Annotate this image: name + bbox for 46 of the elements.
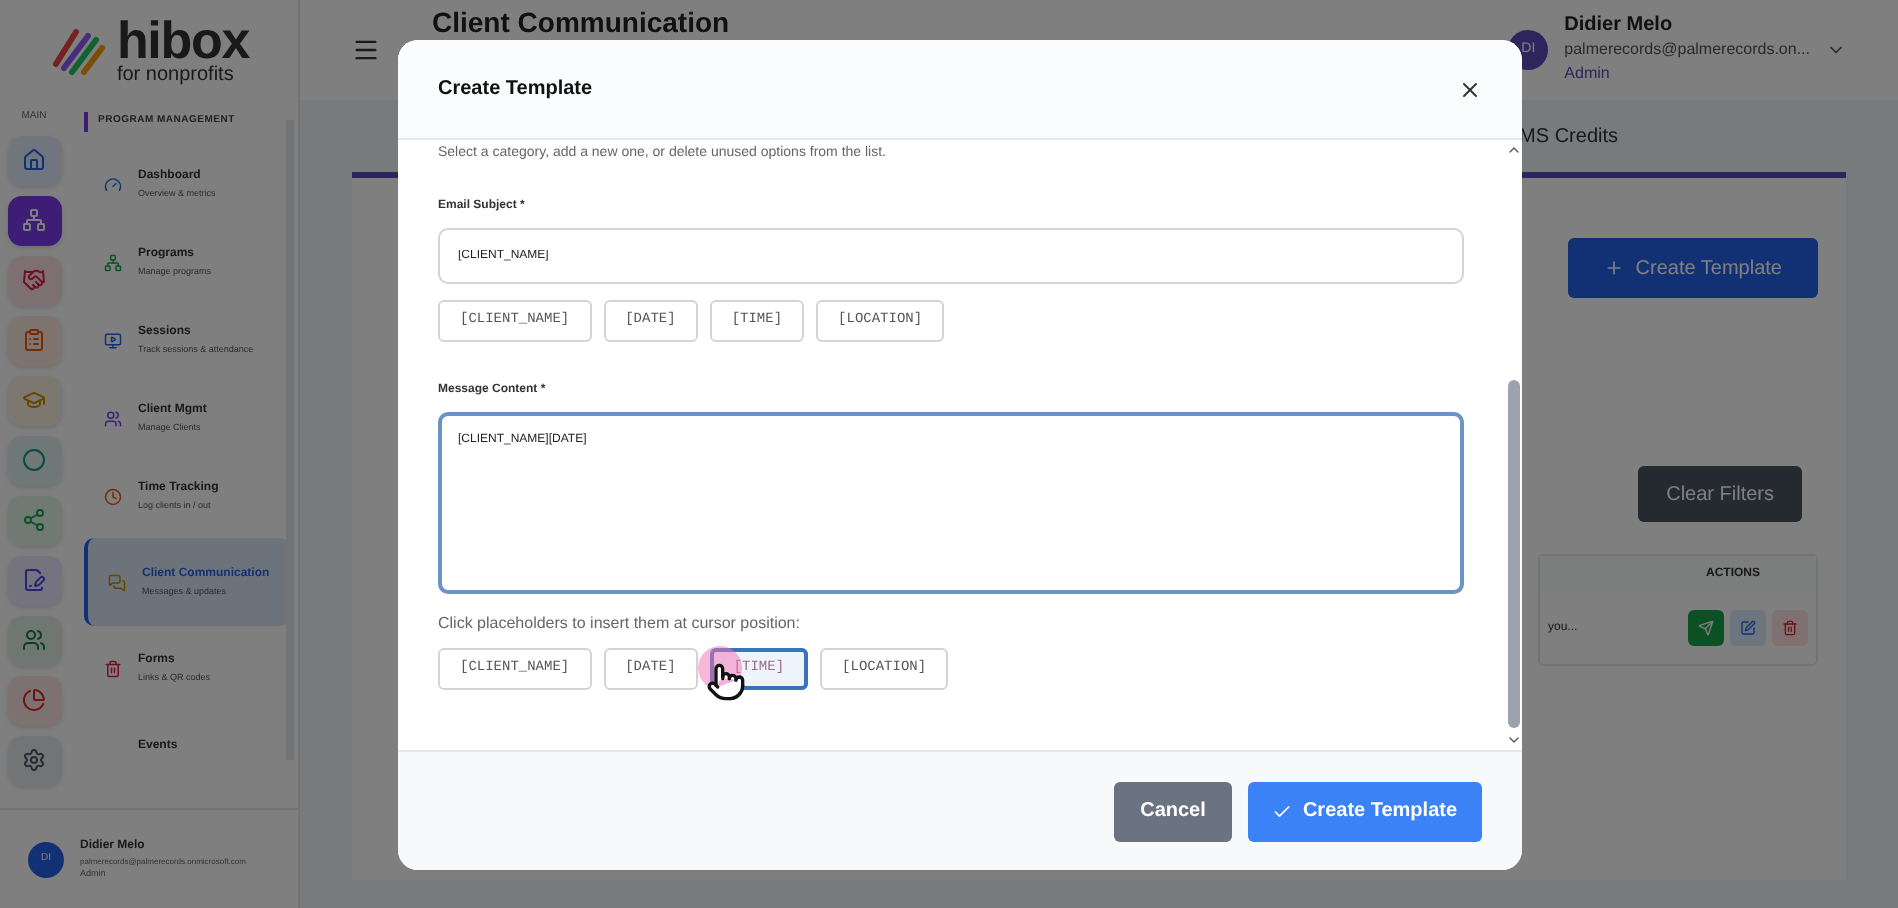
people-icon: [22, 628, 46, 652]
org-chart-icon: [22, 208, 46, 232]
send-button[interactable]: [1688, 610, 1724, 646]
scroll-up-icon[interactable]: [1505, 142, 1521, 158]
cancel-button[interactable]: Cancel: [1114, 781, 1232, 841]
clock-icon: [104, 487, 122, 505]
edit-icon: [1740, 620, 1756, 636]
section-marker: [84, 112, 88, 132]
graduation-cap-icon: [22, 388, 46, 412]
people-icon: [104, 409, 122, 427]
create-template-button[interactable]: Create Template: [1248, 781, 1482, 841]
page-title: Client Communication: [432, 8, 730, 36]
settings-icon: [22, 748, 46, 772]
document-pen-icon: [22, 568, 46, 592]
logo-mark-icon: [48, 24, 109, 76]
pie-chart-icon: [22, 688, 46, 712]
check-icon: [1272, 801, 1293, 821]
logo-tagline: for nonprofits: [116, 66, 236, 86]
org-chart-icon: [104, 253, 122, 271]
rail-button[interactable]: [7, 195, 61, 245]
clipboard-icon: [22, 328, 46, 352]
user-role: Admin: [1564, 62, 1612, 86]
user-name: Didier Melo: [1564, 14, 1675, 38]
modal-title: Create Template: [438, 76, 593, 104]
delete-button[interactable]: [1772, 610, 1808, 646]
trash-icon: [104, 659, 122, 677]
plus-icon: [1603, 258, 1624, 278]
trash-icon: [1782, 620, 1798, 636]
clear-filters-button[interactable]: Clear Filters: [1638, 466, 1802, 522]
edit-button[interactable]: [1730, 610, 1766, 646]
close-icon[interactable]: [1458, 77, 1482, 101]
user-email: palmerecords@palmerecords.on...: [1564, 38, 1810, 62]
logo-name: hibox: [116, 14, 250, 66]
send-icon: [1698, 620, 1714, 636]
placeholder-hint: Click placeholders to insert them at cursor position:: [438, 611, 802, 635]
handshake-icon: [22, 268, 46, 292]
scroll-down-icon[interactable]: [1505, 732, 1521, 748]
monitor-icon: [104, 331, 122, 349]
chat-icon: [108, 573, 126, 591]
create-template-button[interactable]: Create Template: [1567, 238, 1818, 298]
home-icon: [22, 148, 46, 172]
scrollbar-thumb[interactable]: [1507, 380, 1519, 728]
gauge-icon: [104, 175, 122, 193]
circle-icon: [22, 448, 46, 472]
menu-icon[interactable]: [352, 36, 380, 64]
share-icon: [22, 508, 46, 532]
